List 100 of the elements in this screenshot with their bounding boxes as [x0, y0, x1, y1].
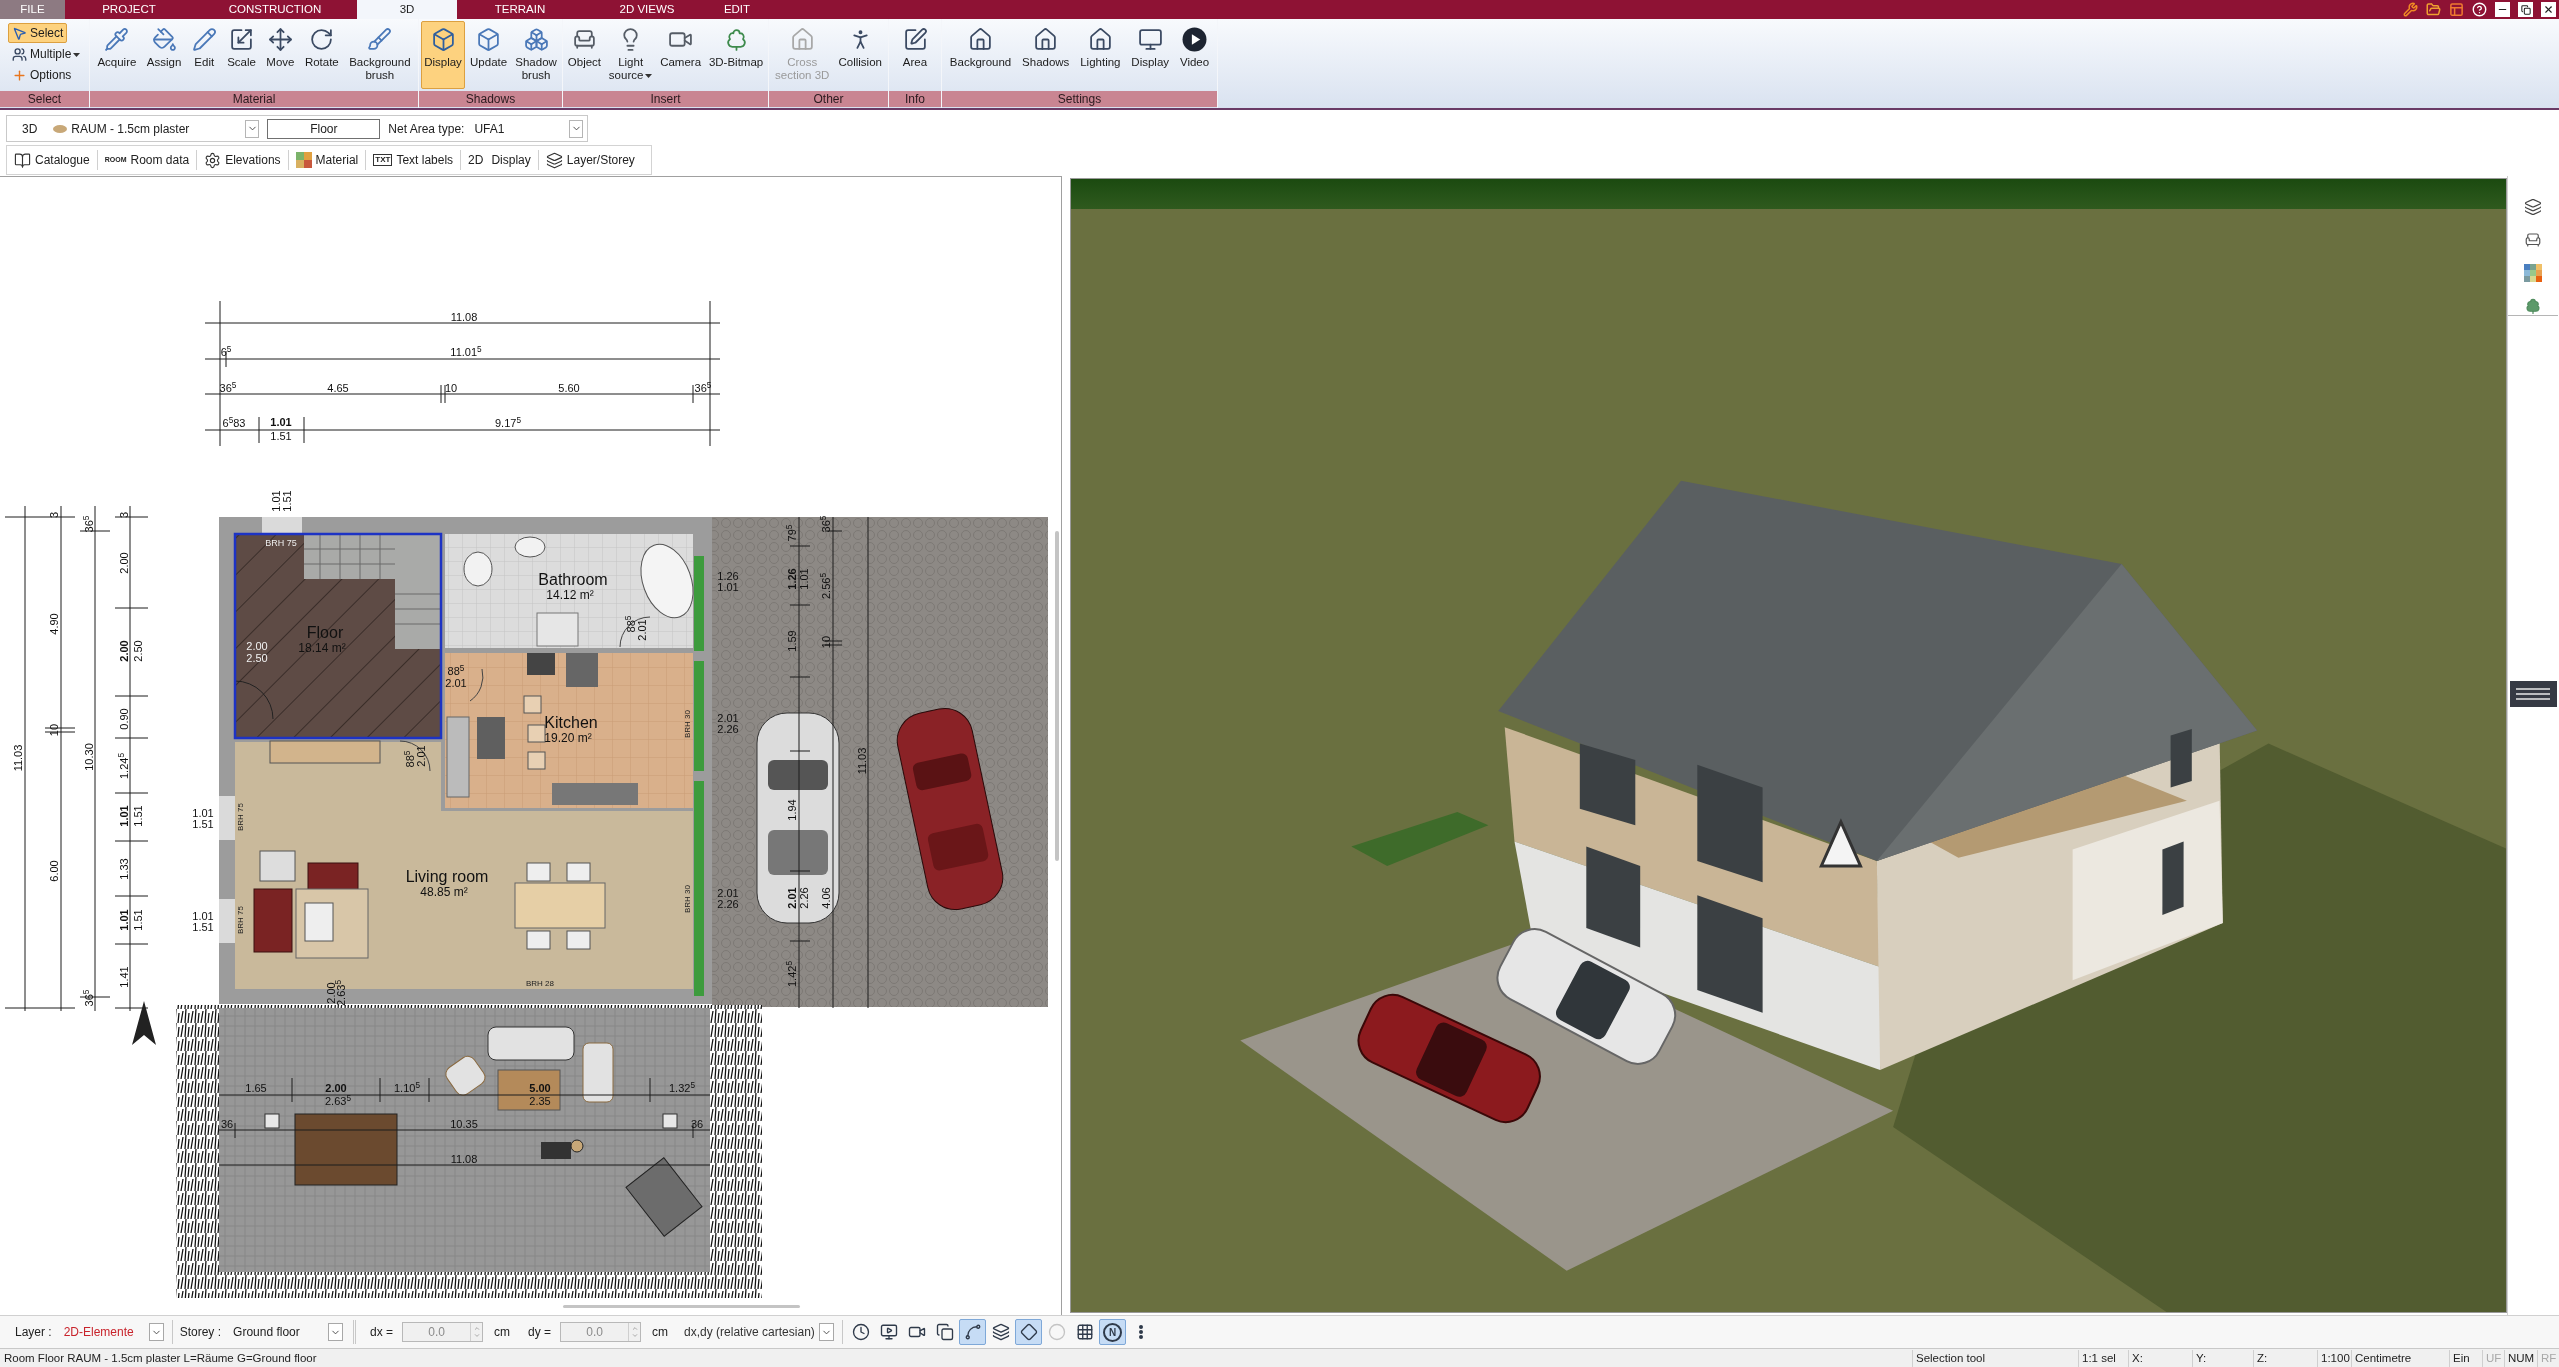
- diamond-icon: [1019, 1323, 1038, 1341]
- menu-tab[interactable]: TERRAIN: [457, 0, 583, 19]
- tool-button[interactable]: [959, 1319, 987, 1345]
- folder-icon[interactable]: [2426, 2, 2441, 17]
- status-field: Centimetre: [2351, 1349, 2449, 1367]
- spin-up-icon: [472, 1325, 481, 1332]
- ribbon-group-label: Select: [0, 91, 89, 107]
- dimension-label: 2.01: [717, 887, 739, 899]
- panel-tab[interactable]: Catalogue: [7, 147, 97, 173]
- coordinate-mode-dropdown[interactable]: dx,dy (relative cartesian): [684, 1321, 835, 1343]
- status-field: RF: [2537, 1349, 2559, 1367]
- restore-button[interactable]: [2518, 2, 2533, 17]
- close-button[interactable]: [2541, 2, 2556, 17]
- tool-button[interactable]: [1015, 1319, 1043, 1345]
- dimension-label: 10: [48, 723, 60, 737]
- menu-tab[interactable]: 3D: [357, 0, 457, 19]
- dimension-label: 11.08: [450, 1153, 478, 1165]
- ribbon-button[interactable]: Shadows: [1019, 21, 1073, 89]
- tool-button[interactable]: N: [1099, 1319, 1127, 1345]
- move-arrows-icon: [267, 27, 293, 52]
- layer-dropdown[interactable]: 2D-Elemente: [63, 1321, 164, 1343]
- ribbon-button[interactable]: Options: [8, 65, 76, 85]
- status-field: 1:100: [2317, 1349, 2351, 1367]
- dimension-label: 1.01: [118, 805, 130, 827]
- ribbon-button[interactable]: Display: [421, 21, 465, 89]
- ribbon-button[interactable]: Camera: [657, 21, 705, 89]
- grid-icon: [1075, 1323, 1094, 1341]
- ribbon-button[interactable]: Select: [8, 23, 68, 43]
- dimension-label: 2.26: [717, 898, 739, 910]
- dimension-label: 1.01: [270, 490, 282, 512]
- brush-icon: [367, 27, 393, 52]
- ribbon-button[interactable]: Background: [946, 21, 1015, 89]
- cube-icon: [430, 27, 456, 52]
- dimension-label: 36$^{5}$: [219, 382, 237, 394]
- panel-tab[interactable]: TXT Text labels: [366, 147, 461, 173]
- ribbon-button[interactable]: Collision: [835, 21, 885, 89]
- minimize-button[interactable]: [2495, 2, 2510, 17]
- ribbon-button[interactable]: Edit: [188, 21, 220, 89]
- panel-tab[interactable]: 2D Display: [461, 147, 538, 173]
- field-label: Net Area type:: [388, 120, 465, 138]
- room-name: Living room: [405, 867, 489, 885]
- house-icon: [1033, 27, 1059, 52]
- ribbon-button[interactable]: Scale: [224, 21, 259, 89]
- ribbon-button[interactable]: Multiple: [8, 44, 85, 64]
- ribbon-button[interactable]: Area: [899, 21, 931, 89]
- ribbon-button[interactable]: Update: [467, 21, 511, 89]
- dimension-label: 2.00: [325, 1082, 347, 1094]
- dimension-label: 1.65: [245, 1082, 267, 1094]
- panel-tab[interactable]: Layer/Storey: [538, 147, 642, 173]
- tools-icon[interactable]: [2403, 2, 2418, 17]
- vertical-scrollbar[interactable]: [1055, 531, 1059, 861]
- caret-icon: [73, 52, 81, 57]
- dimension-label: 2.00: [118, 640, 130, 662]
- unit-label: cm: [494, 1324, 511, 1341]
- menu-tab[interactable]: FILE: [0, 0, 65, 19]
- dimension-label: 3: [118, 511, 130, 519]
- unit-label: cm: [652, 1324, 669, 1341]
- ribbon-button[interactable]: Move: [263, 21, 298, 89]
- pencil-icon: [191, 27, 217, 52]
- view-label: 3D: [22, 120, 38, 138]
- dimension-label: 2.50: [246, 652, 268, 664]
- ribbon-button[interactable]: Assign: [143, 21, 185, 89]
- dimension-label: 1.94: [786, 799, 798, 821]
- material-dropdown[interactable]: RAUM - 1.5cm plaster: [53, 118, 260, 139]
- panel-handle[interactable]: [2509, 681, 2557, 707]
- dimension-label: 4.90: [48, 613, 60, 635]
- pipette-icon: [104, 27, 130, 52]
- ribbon-button[interactable]: Display: [1128, 21, 1173, 89]
- ribbon-button[interactable]: Lighting: [1077, 21, 1124, 89]
- status-field: X:: [2128, 1349, 2192, 1367]
- room-name: Bathroom: [538, 570, 608, 588]
- room-name-field[interactable]: Floor: [267, 118, 381, 139]
- ribbon-button[interactable]: Light source: [605, 21, 656, 89]
- paint-bucket-icon: [151, 27, 177, 52]
- panel-tab[interactable]: Material: [288, 147, 366, 173]
- menu-tab[interactable]: CONSTRUCTION: [193, 0, 357, 19]
- ribbon-group-label: Material: [90, 91, 418, 107]
- dimension-label: 3: [48, 511, 60, 519]
- ribbon-button[interactable]: Video: [1176, 21, 1213, 89]
- window-icon[interactable]: [2449, 2, 2464, 17]
- dimension-label: 10.30: [83, 743, 95, 771]
- storey-dropdown[interactable]: Ground floor: [233, 1321, 344, 1343]
- dimension-label: 2.26: [798, 887, 810, 909]
- menu-tab[interactable]: 2D VIEWS: [583, 0, 711, 19]
- menu-tab[interactable]: PROJECT: [65, 0, 193, 19]
- dimension-label: 4.65: [327, 382, 349, 394]
- menu-tab[interactable]: EDIT: [711, 0, 763, 19]
- ribbon-button[interactable]: Rotate: [301, 21, 342, 89]
- ribbon-button[interactable]: 3D-Bitmap: [705, 21, 767, 89]
- ribbon-button[interactable]: Object: [564, 21, 605, 89]
- area-type-dropdown[interactable]: UFA1: [474, 118, 583, 139]
- horizontal-scrollbar[interactable]: [563, 1305, 800, 1308]
- help-icon[interactable]: [2472, 2, 2487, 17]
- ribbon-button[interactable]: Acquire: [94, 21, 140, 89]
- field-label: dy =: [528, 1324, 552, 1341]
- ribbon-button[interactable]: Background brush: [346, 21, 414, 89]
- ribbon-button[interactable]: Shadow brush: [512, 21, 560, 89]
- dimension-label: 1.51: [281, 490, 293, 512]
- panel-tab[interactable]: Elevations: [197, 147, 288, 173]
- dimension-label: 1.01: [270, 416, 292, 428]
